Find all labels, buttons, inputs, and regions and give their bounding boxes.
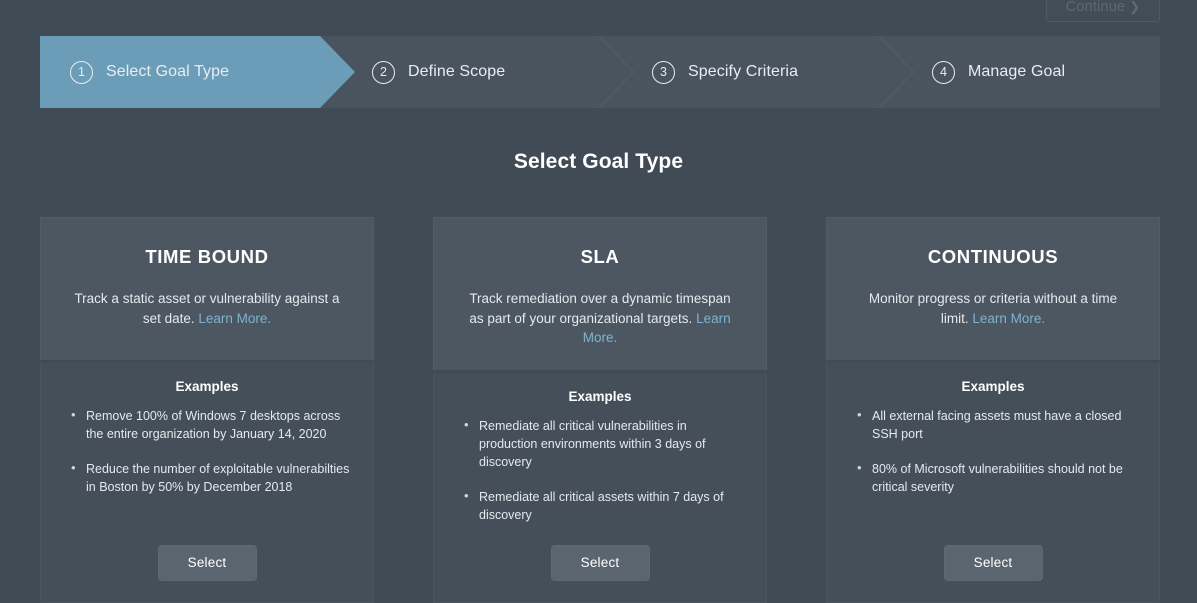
card-footer: Select [827,541,1159,602]
step-number-badge: 1 [70,61,93,84]
select-button[interactable]: Select [944,545,1043,581]
card-body: Examples Remove 100% of Windows 7 deskto… [40,363,374,603]
step-specify-criteria[interactable]: 3 Specify Criteria [600,36,880,108]
goal-type-card-grid: TIME BOUND Track a static asset or vulne… [40,217,1160,603]
card-header: SLA Track remediation over a dynamic tim… [433,217,767,370]
wizard-stepper: 1 Select Goal Type 2 Define Scope 3 Spec… [40,36,1160,108]
card-title: CONTINUOUS [847,246,1139,268]
card-header: CONTINUOUS Monitor progress or criteria … [826,217,1160,360]
card-description: Monitor progress or criteria without a t… [847,289,1139,328]
step-label: Define Scope [408,63,505,81]
continue-button[interactable]: Continue❯ [1046,0,1160,22]
list-item: Remediate all critical assets within 7 d… [464,488,744,524]
card-header: TIME BOUND Track a static asset or vulne… [40,217,374,360]
list-item: 80% of Microsoft vulnerabilities should … [857,460,1137,496]
examples-list: All external facing assets must have a c… [827,407,1159,513]
learn-more-link[interactable]: Learn More. [198,311,271,326]
learn-more-link[interactable]: Learn More. [972,311,1045,326]
list-item: All external facing assets must have a c… [857,407,1137,443]
goal-type-card-continuous[interactable]: CONTINUOUS Monitor progress or criteria … [826,217,1160,603]
step-manage-goal[interactable]: 4 Manage Goal [880,36,1160,108]
continue-button-label: Continue [1066,0,1126,15]
card-body: Examples All external facing assets must… [826,363,1160,603]
page-title: Select Goal Type [0,150,1197,174]
list-item: Remediate all critical vulnerabilities i… [464,417,744,471]
card-title: SLA [454,246,746,268]
card-title: TIME BOUND [61,246,353,268]
card-body: Examples Remediate all critical vulnerab… [433,373,767,603]
step-define-scope[interactable]: 2 Define Scope [320,36,600,108]
goal-type-card-time-bound[interactable]: TIME BOUND Track a static asset or vulne… [40,217,374,603]
step-select-goal-type[interactable]: 1 Select Goal Type [40,36,320,108]
step-label: Manage Goal [968,63,1065,81]
examples-heading: Examples [827,379,1159,394]
chevron-right-icon: ❯ [1129,0,1140,14]
examples-heading: Examples [41,379,373,394]
card-description: Track a static asset or vulnerability ag… [61,289,353,328]
examples-list: Remove 100% of Windows 7 desktops across… [41,407,373,513]
step-number-badge: 3 [652,61,675,84]
card-description: Track remediation over a dynamic timespa… [454,289,746,348]
step-label: Select Goal Type [106,63,229,81]
select-button[interactable]: Select [551,545,650,581]
card-footer: Select [434,541,766,602]
select-button[interactable]: Select [158,545,257,581]
list-item: Reduce the number of exploitable vulnera… [71,460,351,496]
top-action-bar: Continue❯ [0,0,1197,22]
card-description-text: Track remediation over a dynamic timespa… [469,291,730,326]
list-item: Remove 100% of Windows 7 desktops across… [71,407,351,443]
examples-list: Remediate all critical vulnerabilities i… [434,417,766,541]
examples-heading: Examples [434,389,766,404]
card-footer: Select [41,541,373,602]
step-label: Specify Criteria [688,63,798,81]
step-number-badge: 2 [372,61,395,84]
goal-type-card-sla[interactable]: SLA Track remediation over a dynamic tim… [433,217,767,603]
step-number-badge: 4 [932,61,955,84]
